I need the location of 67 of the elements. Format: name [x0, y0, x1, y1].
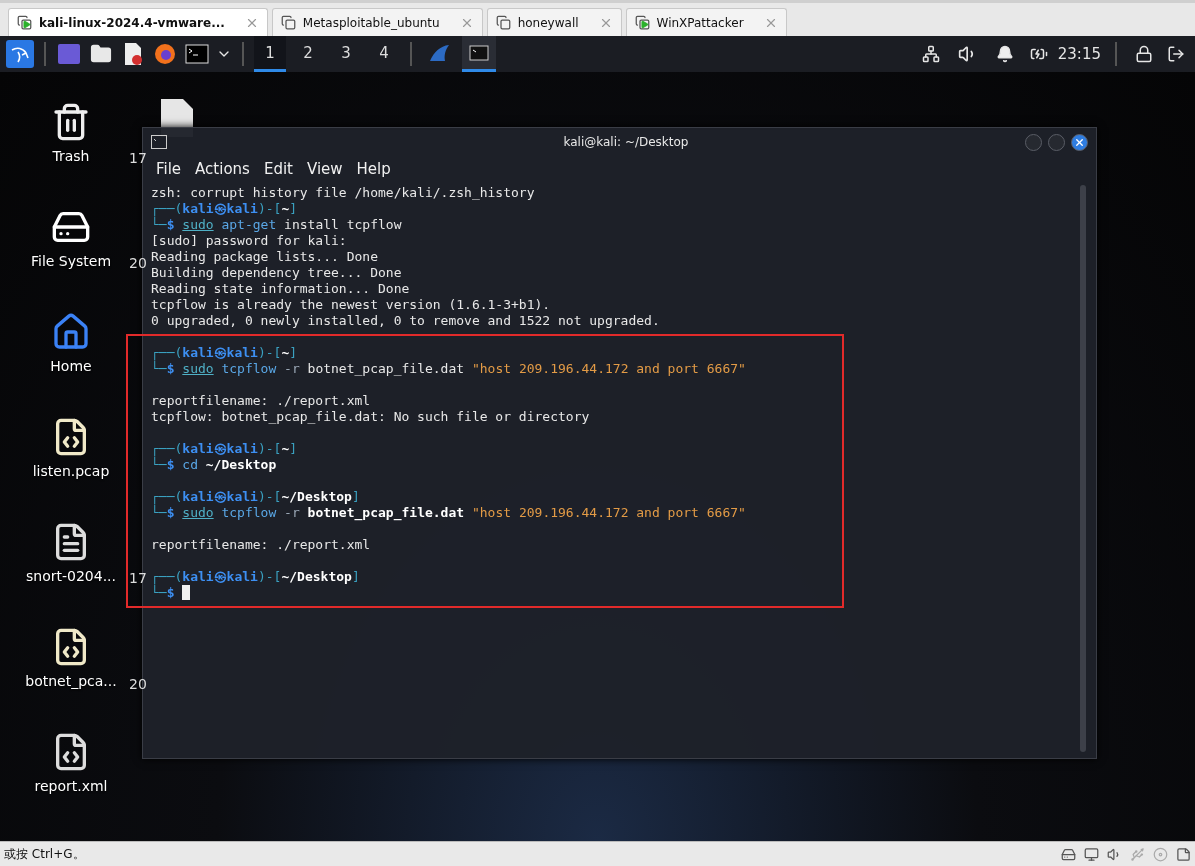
workspace-button[interactable]: 1 [254, 36, 286, 72]
terminal-line: └─$ sudo tcpflow -r botnet_pcap_file.dat "host 209.196.44.172 and port 6667" [151, 505, 746, 521]
terminal-line: 0 upgraded, 0 newly installed, 0 to remove and 1522 not upgraded. [151, 313, 660, 329]
terminal-line: ┌──(kali㉿kali)-[~/Desktop] [151, 569, 360, 585]
menu-item[interactable]: File [149, 160, 189, 178]
terminal-task-button[interactable] [462, 36, 496, 72]
desktop-icon-label[interactable]: 17 [129, 569, 147, 587]
terminal-line: ┌──(kali㉿kali)-[~] [151, 441, 298, 457]
window-title: kali@kali: ~/Desktop [562, 135, 690, 149]
terminal-line: tcpflow is already the newest version (1.6.1-3+b1). [151, 297, 551, 313]
vm-icon [280, 14, 297, 31]
close-icon [1074, 136, 1085, 148]
menu-item[interactable]: View [299, 160, 350, 178]
workspace-button[interactable]: 4 [368, 36, 400, 72]
desktop-icon-label[interactable]: listen.pcap [32, 463, 110, 479]
terminal-line: └─$ [151, 585, 175, 601]
workspace-button[interactable]: 3 [330, 36, 362, 72]
terminal-line: ┌──(kali㉿kali)-[~] [151, 345, 298, 361]
home-folder-icon [51, 312, 91, 352]
terminal-line: zsh: corrupt history file /home/kali/.zsh_history [151, 185, 535, 201]
terminal-line: Reading package lists... Done [151, 249, 378, 265]
vm-tab[interactable]: WinXPattacker [625, 8, 787, 36]
terminal-icon [469, 44, 489, 61]
bell-icon[interactable] [995, 45, 1014, 63]
desktop-icon-label[interactable]: botnet_pca... [25, 673, 117, 689]
lock-icon[interactable] [1135, 45, 1153, 63]
desktop-icon-label[interactable]: report.xml [34, 778, 108, 794]
terminal-icon [151, 135, 167, 149]
monitor-icon[interactable] [1084, 846, 1099, 862]
vm-icon [495, 14, 512, 31]
terminal-line: └─$ sudo tcpflow -r botnet_pcap_file.dat "host 209.196.44.172 and port 6667" [151, 361, 746, 377]
terminal-line: └─$ sudo apt-get install tcpflow [151, 217, 402, 233]
terminal-line: reportfilename: ./report.xml [151, 537, 371, 553]
vm-tab[interactable]: honeywall [486, 8, 622, 36]
vm-icon [17, 14, 33, 31]
menu-item[interactable]: Help [349, 160, 398, 178]
workspace-button[interactable]: 2 [292, 36, 324, 72]
desktop-icon-label[interactable]: 17 [129, 149, 147, 167]
terminal-line: tcpflow: botnet_pcap_file.dat: No such file or directory [151, 409, 590, 425]
terminal-icon[interactable] [184, 41, 210, 67]
desktop-icon-label[interactable]: Home [50, 358, 92, 374]
network-icon[interactable] [921, 45, 940, 63]
desktop-icon-label[interactable]: snort-0204... [26, 568, 116, 584]
menu-item[interactable]: Edit [256, 160, 300, 178]
desktop-icon-label[interactable]: 20 [129, 254, 147, 272]
desktop-icon-label[interactable]: 20 [129, 675, 147, 693]
desktop-icon-label[interactable]: Trash [52, 148, 90, 164]
note-icon[interactable] [1176, 846, 1191, 862]
close-button[interactable] [1071, 133, 1088, 151]
status-hint: 或按 Ctrl+G。 [4, 845, 85, 863]
kali-menu-button[interactable] [6, 40, 34, 68]
terminal-line: └─$ cd ~/Desktop [151, 457, 277, 473]
terminal-line: reportfilename: ./report.xml [151, 393, 371, 409]
terminal-line: ┌──(kali㉿kali)-[~] [151, 201, 298, 217]
logout-icon[interactable] [1167, 45, 1185, 63]
browser-icon[interactable] [152, 41, 178, 67]
drive-icon[interactable] [1061, 846, 1076, 862]
terminal-line: Building dependency tree... Done [151, 265, 402, 281]
vm-tab[interactable]: kali-linux-2024.4-vmware... [8, 8, 268, 36]
terminal-line: Reading state information... Done [151, 281, 410, 297]
vm-icon [634, 14, 651, 31]
menu-item[interactable]: Actions [188, 160, 257, 178]
vm-tab[interactable]: Metasploitable_ubuntu [271, 8, 483, 36]
clock[interactable]: 23:15 [1057, 45, 1101, 63]
terminal-line: [sudo] password for kali: [151, 233, 347, 249]
desktop-icon-label[interactable]: File System [30, 253, 112, 269]
terminal-line: ┌──(kali㉿kali)-[~/Desktop] [151, 489, 360, 505]
